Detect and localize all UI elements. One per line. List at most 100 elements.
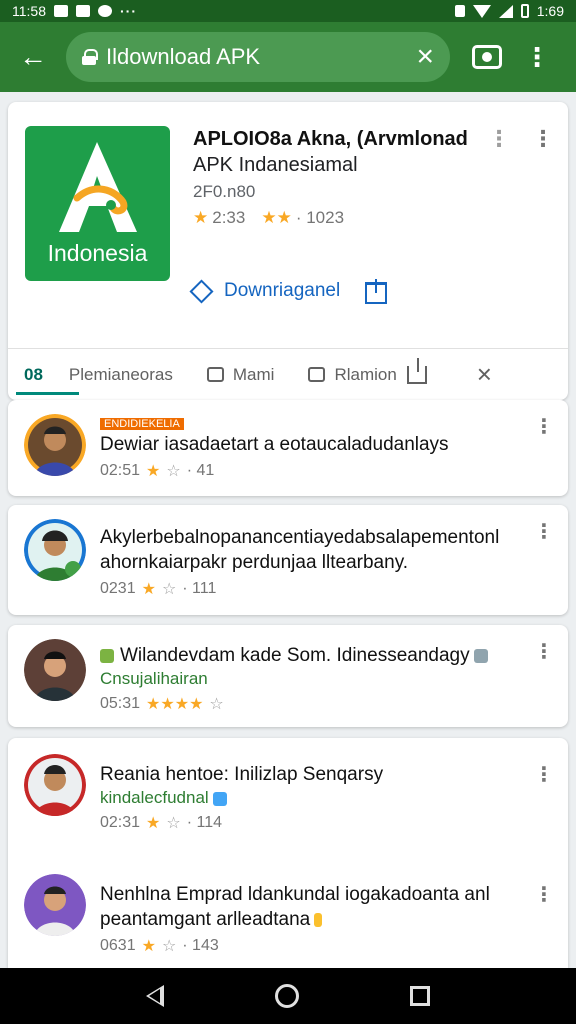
more-notifications-icon: ··· xyxy=(120,3,137,19)
rating-value: 2:33 xyxy=(212,208,246,227)
review-meta: 0231 ★ ☆ · 111 xyxy=(100,579,528,599)
lock-icon xyxy=(473,648,488,663)
star-outline-icon: ☆ xyxy=(166,815,181,832)
tag-icon xyxy=(314,912,323,927)
app-logo-a-icon xyxy=(59,142,137,232)
more-vert-icon[interactable]: ⋮ xyxy=(532,126,554,152)
review-card[interactable]: ENDIDIEKELIA Dewiar iasadaetart a eotauc… xyxy=(8,400,568,496)
review-text-content: Reania hentoe: Inilizlap Senqarsy xyxy=(100,764,384,785)
more-vert-icon[interactable]: ⋮ xyxy=(534,639,554,664)
star-icon: ★ xyxy=(141,938,156,955)
more-vert-icon[interactable]: ⋮ xyxy=(534,882,554,907)
tab-active[interactable]: 08 xyxy=(16,349,79,401)
review-text-content: Nenhlna Emprad ldankundal iogakadoanta a… xyxy=(100,884,490,930)
chat-icon xyxy=(308,367,326,382)
review-time: 02:51 xyxy=(100,462,141,479)
app-icon-label: Indonesia xyxy=(47,240,148,266)
status-bar: 11:58 ··· 1:69 xyxy=(0,0,576,22)
review-time: 0631 xyxy=(100,937,136,954)
camera-icon[interactable] xyxy=(472,45,502,69)
review-card[interactable]: Akylerbebalnopanancentiayedabsalapemento… xyxy=(8,505,568,615)
review-body: Akylerbebalnopanancentiayedabsalapemento… xyxy=(100,525,528,599)
review-card[interactable]: Wilandevdam kade Som. Idinesseandagy Cns… xyxy=(8,625,568,727)
battery-icon xyxy=(520,4,529,18)
avatar[interactable] xyxy=(24,414,86,476)
app-title-line2: APK Indanesiamal xyxy=(193,154,358,176)
download-label: Downriaganel xyxy=(224,280,341,301)
tab-label: Mami xyxy=(232,364,275,384)
review-subtitle: Cnsujalihairan xyxy=(100,669,208,688)
review-rating: · 114 xyxy=(186,814,223,831)
review-meta: 0631 ★ ☆ · 143 xyxy=(100,936,528,956)
review-time: 0231 xyxy=(100,580,136,597)
url-bar[interactable]: Ildownload APK × xyxy=(66,32,450,82)
more-vert-icon[interactable]: ⋮ xyxy=(534,414,554,439)
review-text: Wilandevdam kade Som. Idinesseandagy xyxy=(100,643,528,668)
tab-rlamion[interactable]: Rlamion xyxy=(308,349,397,401)
star-icon: ★ xyxy=(193,208,209,227)
app-title: APLOIO8a Akna, (Arvmlonad APK Indanesiam… xyxy=(193,126,493,178)
more-vert-icon[interactable]: ⋮ xyxy=(534,519,554,544)
wifi-icon xyxy=(472,4,491,18)
star-outline-icon: ☆ xyxy=(161,938,177,955)
status-right: 1:69 xyxy=(454,3,564,19)
system-nav-bar xyxy=(0,968,576,1024)
browser-toolbar: ← Ildownload APK × ⋮ xyxy=(0,22,576,92)
tab-plemianeoras[interactable]: Plemianeoras xyxy=(69,349,207,401)
avatar[interactable] xyxy=(24,874,86,936)
review-rating: · 111 xyxy=(182,580,217,597)
star-outline-icon: ☆ xyxy=(166,463,181,480)
tab-label: Plemianeoras xyxy=(68,364,173,384)
more-vert-icon[interactable]: ⋮ xyxy=(524,44,550,70)
review-text: Akylerbebalnopanancentiayedabsalapemento… xyxy=(100,527,500,573)
review-rating: · 41 xyxy=(186,462,215,479)
avatar[interactable] xyxy=(24,639,86,701)
home-icon xyxy=(212,791,227,806)
close-icon[interactable]: × xyxy=(477,359,492,390)
star-icon: ★★★★ xyxy=(146,696,204,713)
tab-bar: 08 Plemianeoras Mami Rlamion × xyxy=(8,348,568,400)
app-card: Indonesia APLOIO8a Akna, (Arvmlonad APK … xyxy=(8,102,568,400)
share-icon[interactable] xyxy=(406,357,427,384)
signal-icon xyxy=(498,4,513,18)
status-left: 11:58 ··· xyxy=(12,3,455,19)
nav-back-icon[interactable] xyxy=(145,985,164,1007)
tab-mami[interactable]: Mami xyxy=(206,349,309,401)
close-icon[interactable]: × xyxy=(416,42,434,72)
star-icon: ★ xyxy=(146,463,161,480)
lock-icon xyxy=(82,49,98,65)
url-text[interactable]: Ildownload APK xyxy=(106,44,416,70)
card-more-icon[interactable]: ⋮ xyxy=(488,126,510,152)
download-button[interactable]: Downriaganel xyxy=(189,278,341,304)
comment-icon xyxy=(206,367,224,382)
avatar[interactable] xyxy=(24,519,86,581)
app-meta: 2F0.n80 xyxy=(193,182,256,201)
review-text: Nenhlna Emprad ldankundal iogakadoanta a… xyxy=(100,882,528,932)
app-logo[interactable]: Indonesia xyxy=(25,126,170,281)
star-outline-icon: ☆ xyxy=(161,581,177,598)
review-meta: 05:31 ★★★★ ☆ xyxy=(100,694,528,714)
status-time: 11:58 xyxy=(12,3,46,19)
share-icon[interactable] xyxy=(365,279,387,304)
review-body: Reania hentoe: Inilizlap Senqarsy kindal… xyxy=(100,762,528,833)
review-body: ENDIDIEKELIA Dewiar iasadaetart a eotauc… xyxy=(100,414,528,481)
review-body: Wilandevdam kade Som. Idinesseandagy Cns… xyxy=(100,643,528,714)
review-subtitle-text: kindalecfudnal xyxy=(100,788,209,807)
star-icon: ★ xyxy=(141,581,156,598)
nav-recents-icon[interactable] xyxy=(410,986,431,1006)
review-text: Dewiar iasadaetart a eotaucaladudanlays xyxy=(100,434,449,455)
review-meta: 02:31 ★ ☆ · 114 xyxy=(100,813,528,833)
tab-label: Rlamion xyxy=(334,364,397,384)
more-vert-icon[interactable]: ⋮ xyxy=(534,762,554,787)
review-text-content: Wilandevdam kade Som. Idinesseandagy xyxy=(120,645,470,666)
back-arrow-icon[interactable]: ← xyxy=(14,38,52,76)
star-outline-icon: ☆ xyxy=(209,696,224,713)
app-rating: ★ 2:33 ★★ · 1023 xyxy=(193,208,344,228)
review-meta: 02:51 ★ ☆ · 41 xyxy=(100,461,528,481)
status-time-right: 1:69 xyxy=(536,3,564,19)
nav-home-icon[interactable] xyxy=(274,984,299,1008)
badge-icon xyxy=(100,648,114,663)
avatar[interactable] xyxy=(24,754,86,816)
star-icon: ★★ xyxy=(261,208,292,227)
review-card[interactable]: Reania hentoe: Inilizlap Senqarsy kindal… xyxy=(8,738,568,968)
